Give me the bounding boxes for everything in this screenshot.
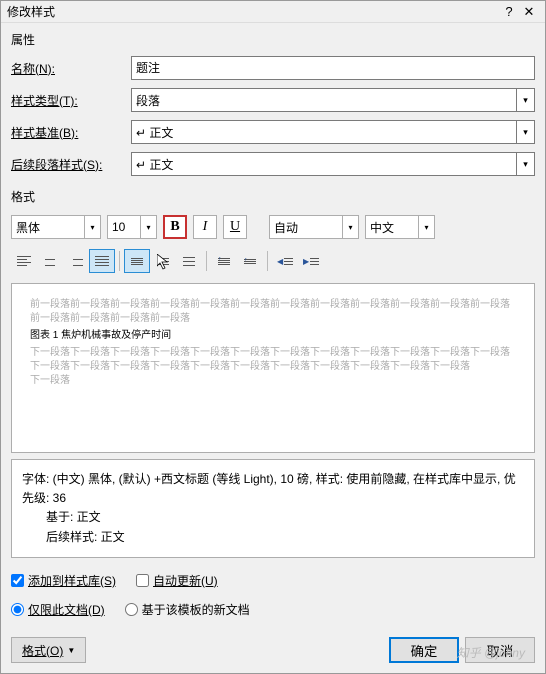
spacing-1-5-button[interactable] — [150, 249, 176, 273]
font-color-combo[interactable]: 自动▾ — [269, 215, 359, 239]
increase-space-before-button[interactable]: ↕ — [211, 249, 237, 273]
font-name-combo[interactable]: 黑体▾ — [11, 215, 101, 239]
preview-before-text: 前一段落前一段落前一段落前一段落前一段落前一段落前一段落前一段落前一段落前一段落… — [30, 298, 516, 326]
name-input[interactable]: 题注 — [131, 56, 535, 80]
decrease-indent-button[interactable]: ◀ — [272, 249, 298, 273]
name-label: 名称(N): — [11, 60, 121, 77]
chevron-down-icon: ▾ — [516, 89, 534, 111]
italic-button[interactable]: I — [193, 215, 217, 239]
chevron-down-icon: ▼ — [67, 646, 75, 655]
chevron-down-icon: ▾ — [140, 216, 156, 238]
chevron-down-icon: ▾ — [516, 121, 534, 143]
bold-button[interactable]: B — [163, 215, 187, 239]
spacing-2-button[interactable] — [176, 249, 202, 273]
preview-pane: 前一段落前一段落前一段落前一段落前一段落前一段落前一段落前一段落前一段落前一段落… — [11, 283, 535, 453]
language-combo[interactable]: 中文▾ — [365, 215, 435, 239]
increase-indent-button[interactable]: ▶ — [298, 249, 324, 273]
preview-after-text-2: 下一段落 — [30, 374, 516, 388]
font-size-combo[interactable]: 10▾ — [107, 215, 157, 239]
spacing-1-button[interactable] — [124, 249, 150, 273]
description-box: 字体: (中文) 黑体, (默认) +西文标题 (等线 Light), 10 磅… — [11, 459, 535, 558]
auto-update-checkbox[interactable]: 自动更新(U) — [136, 572, 218, 589]
format-dropdown-button[interactable]: 格式(O) ▼ — [11, 637, 86, 663]
cancel-button[interactable]: 取消 — [465, 637, 535, 663]
align-center-button[interactable] — [37, 249, 63, 273]
type-combo[interactable]: 段落▾ — [131, 88, 535, 112]
align-right-button[interactable] — [63, 249, 89, 273]
align-justify-button[interactable] — [89, 249, 115, 273]
next-label: 后续段落样式(S): — [11, 156, 121, 173]
chevron-down-icon: ▾ — [418, 216, 434, 238]
chevron-down-icon: ▾ — [342, 216, 358, 238]
next-combo[interactable]: ↵ 正文▾ — [131, 152, 535, 176]
based-label: 样式基准(B): — [11, 124, 121, 141]
ok-button[interactable]: 确定 — [389, 637, 459, 663]
properties-section-label: 属性 — [1, 23, 545, 52]
this-document-radio[interactable]: 仅限此文档(D) — [11, 601, 105, 618]
underline-button[interactable]: U — [223, 215, 247, 239]
help-button[interactable]: ? — [499, 4, 519, 19]
decrease-space-before-button[interactable]: ↕ — [237, 249, 263, 273]
chevron-down-icon: ▾ — [516, 153, 534, 175]
based-combo[interactable]: ↵ 正文▾ — [131, 120, 535, 144]
preview-after-text: 下一段落下一段落下一段落下一段落下一段落下一段落下一段落下一段落下一段落下一段落… — [30, 346, 516, 374]
add-to-library-checkbox[interactable]: 添加到样式库(S) — [11, 572, 116, 589]
type-label: 样式类型(T): — [11, 92, 121, 109]
chevron-down-icon: ▾ — [84, 216, 100, 238]
dialog-title: 修改样式 — [7, 3, 55, 20]
format-section-label: 格式 — [1, 180, 545, 209]
close-button[interactable]: ✕ — [519, 4, 539, 20]
align-left-button[interactable] — [11, 249, 37, 273]
template-radio[interactable]: 基于该模板的新文档 — [125, 601, 250, 618]
preview-caption-text: 图表 1 焦炉机械事故及停产时间 — [30, 329, 516, 343]
